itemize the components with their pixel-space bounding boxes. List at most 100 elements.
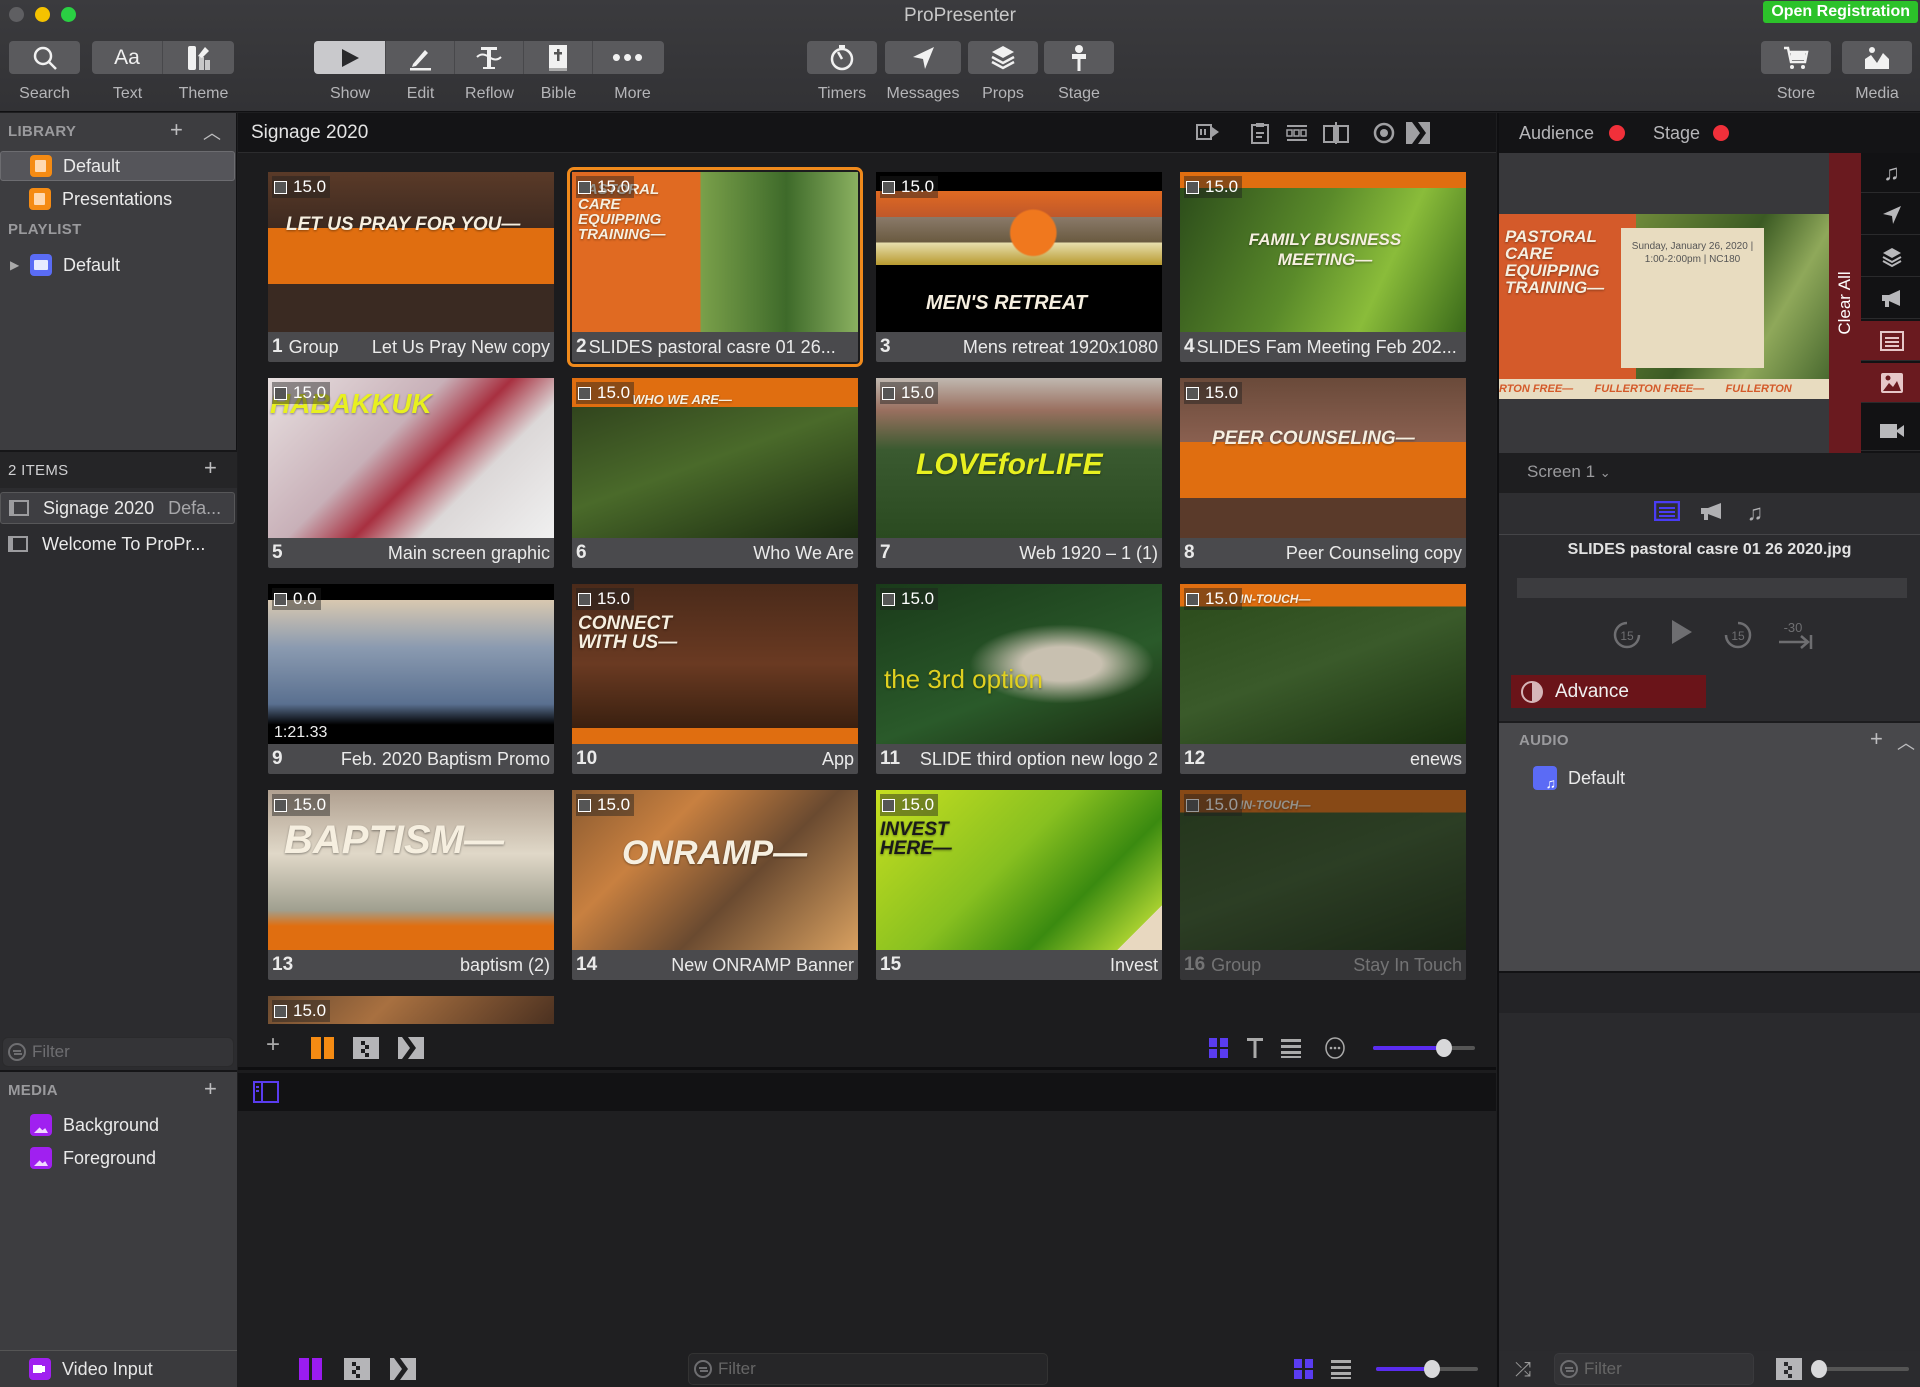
play-button[interactable] <box>1665 618 1699 653</box>
clear-audio-button[interactable]: ♫ <box>1861 153 1920 193</box>
advance-timer-button[interactable]: Advance <box>1511 675 1706 708</box>
stage-live-indicator[interactable] <box>1713 125 1729 141</box>
add-audio-button[interactable]: + <box>1870 726 1883 752</box>
audience-label[interactable]: Audience <box>1519 123 1594 144</box>
slide-thumbnail[interactable]: BAPTISM— 15.0 13 baptism (2) <box>268 790 554 980</box>
add-library-button[interactable]: + <box>170 117 183 143</box>
slide-thumbnail[interactable]: WHO WE ARE— 15.0 6 Who We Are <box>572 378 858 568</box>
audio-playlist-default[interactable]: Default <box>1499 763 1919 793</box>
open-registration-button[interactable]: Open Registration <box>1763 1 1918 23</box>
text-view-button[interactable] <box>1244 1037 1270 1059</box>
collapse-library-button[interactable]: ︿ <box>203 119 221 145</box>
skip-forward-button[interactable]: 15 <box>1721 618 1755 659</box>
media-grid-view-button[interactable] <box>1293 1358 1319 1380</box>
library-item-presentations[interactable]: Presentations <box>0 184 235 214</box>
audience-live-indicator[interactable] <box>1609 125 1625 141</box>
slide-thumbnail[interactable]: INVEST HERE— 15.0 15 Invest <box>876 790 1162 980</box>
media-filter-input[interactable]: Filter <box>688 1353 1048 1385</box>
more-button[interactable]: ••• <box>593 41 664 74</box>
add-slide-button[interactable]: + <box>266 1031 292 1058</box>
audio-transition-button[interactable] <box>1776 1358 1802 1380</box>
playlist-entry[interactable]: Welcome To ProPr... <box>0 528 235 560</box>
slide-thumbnail[interactable]: ONRAMP— 15.0 14 New ONRAMP Banner <box>572 790 858 980</box>
search-button[interactable] <box>9 41 80 74</box>
media-transition-button[interactable] <box>344 1358 370 1380</box>
add-item-button[interactable]: + <box>204 455 217 481</box>
store-button[interactable] <box>1761 41 1831 74</box>
stage-output-label[interactable]: Stage <box>1653 123 1700 144</box>
clear-all-button[interactable]: Clear All <box>1829 153 1861 453</box>
next-presentation-button[interactable] <box>1406 122 1430 144</box>
clear-media-button[interactable] <box>1861 363 1920 403</box>
clear-announcements-button[interactable] <box>1861 279 1920 319</box>
thumbnail-size-slider[interactable] <box>1373 1039 1475 1057</box>
transition-toggle-button[interactable] <box>353 1037 379 1059</box>
list-view-button[interactable] <box>1280 1037 1306 1059</box>
props-button[interactable] <box>968 41 1038 74</box>
clear-slide-button[interactable] <box>1861 321 1920 361</box>
playlist-item-default[interactable]: ▶ Default <box>0 250 235 280</box>
media-columns-button[interactable] <box>298 1358 324 1380</box>
media-size-slider[interactable] <box>1376 1360 1478 1378</box>
slide-thumbnail[interactable]: PEER COUNSELING— 15.0 8 Peer Counseling cop… <box>1180 378 1466 568</box>
slide-thumbnail[interactable]: the 3rd option 15.0 11 SLIDE third option n… <box>876 584 1162 774</box>
slide-transition-button[interactable] <box>1196 122 1220 144</box>
bible-mode-button[interactable] <box>524 41 593 74</box>
media-next-button[interactable] <box>390 1358 416 1380</box>
slide-thumbnail[interactable]: HABAKKUK 15.0 5 Main screen graphic <box>268 378 554 568</box>
slide-thumbnail[interactable]: PASTORAL CARE EQUIPPING TRAINING— 15.0 2 SL… <box>567 167 863 367</box>
video-input-item[interactable]: Video Input <box>0 1350 237 1387</box>
slider-knob[interactable] <box>1810 1360 1827 1378</box>
tab-announcements[interactable] <box>1699 501 1725 525</box>
grid-view-button[interactable] <box>1208 1037 1234 1059</box>
record-button[interactable] <box>1372 122 1396 144</box>
shuffle-button[interactable]: ⤮ <box>1515 1359 1541 1381</box>
slider-knob[interactable] <box>1436 1039 1453 1057</box>
tab-audio[interactable]: ♫ <box>1742 501 1768 525</box>
skip-back-button[interactable]: 15 <box>1610 618 1644 659</box>
audio-volume-slider[interactable] <box>1810 1360 1909 1378</box>
show-mode-button[interactable] <box>314 41 386 74</box>
sidebar-filter-input[interactable]: Filter <box>2 1037 234 1067</box>
slide-thumbnail[interactable]: IN-TOUCH— 15.0 16 Group Stay In Touch <box>1180 790 1466 980</box>
slide-thumbnail[interactable]: IN-TOUCH— 15.0 12 enews <box>1180 584 1466 774</box>
slide-thumbnail[interactable]: CONNECT WITH US— 15.0 10 App <box>572 584 858 774</box>
slide-thumbnail[interactable]: MEN'S RETREAT 15.0 3 Mens retreat 1920x1080 <box>876 172 1162 362</box>
sidebar-toggle-icon[interactable] <box>253 1081 279 1103</box>
playlist-entry[interactable]: Signage 2020 Defa... <box>0 492 235 524</box>
skip-to-end-button[interactable]: -30 <box>1775 618 1815 659</box>
clear-props-button[interactable] <box>1861 237 1920 277</box>
clipboard-button[interactable] <box>1248 122 1272 144</box>
stage-button[interactable] <box>1044 41 1114 74</box>
grid-layout-button[interactable] <box>310 1037 336 1059</box>
media-item-foreground[interactable]: Foreground <box>0 1143 235 1173</box>
timers-button[interactable] <box>807 41 877 74</box>
theme-button[interactable] <box>163 41 234 74</box>
messages-button[interactable] <box>885 41 961 74</box>
collapse-audio-button[interactable]: ︿ <box>1897 729 1915 755</box>
slider-knob[interactable] <box>1424 1360 1441 1378</box>
split-view-button[interactable] <box>1323 122 1349 144</box>
media-progress-bar[interactable] <box>1517 578 1907 598</box>
screen-select[interactable]: Screen 1 ⌄ <box>1527 462 1611 482</box>
slide-thumbnail[interactable]: LOVEforLIFE 15.0 7 Web 1920 – 1 (1) <box>876 378 1162 568</box>
slide-thumbnail[interactable]: FAMILY BUSINESS MEETING— 15.0 4 SLIDES Fam … <box>1180 172 1466 362</box>
tab-slide[interactable] <box>1653 500 1681 525</box>
add-media-button[interactable]: + <box>204 1076 217 1102</box>
audio-filter-input[interactable]: Filter <box>1554 1353 1754 1385</box>
slide-thumbnail[interactable]: 0.0 1:21.33 9 Feb. 2020 Baptism Promo <box>268 584 554 774</box>
arrangement-button[interactable] <box>1284 122 1308 144</box>
disclosure-triangle-icon[interactable]: ▶ <box>10 258 20 272</box>
slide-thumbnail[interactable]: 15.0 <box>268 996 554 1024</box>
slide-thumbnail[interactable]: LET US PRAY FOR YOU— 15.0 1 Group Let Us Pra… <box>268 172 554 362</box>
library-item-default[interactable]: Default <box>0 151 235 181</box>
go-to-next-toggle-button[interactable] <box>398 1037 424 1059</box>
clear-live-video-button[interactable] <box>1861 411 1920 451</box>
media-item-background[interactable]: Background <box>0 1110 235 1140</box>
options-button[interactable] <box>1324 1037 1350 1059</box>
text-button[interactable]: Aa <box>92 41 163 74</box>
media-button[interactable] <box>1842 41 1912 74</box>
reflow-mode-button[interactable] <box>455 41 524 74</box>
edit-mode-button[interactable] <box>386 41 455 74</box>
clear-messages-button[interactable] <box>1861 195 1920 235</box>
